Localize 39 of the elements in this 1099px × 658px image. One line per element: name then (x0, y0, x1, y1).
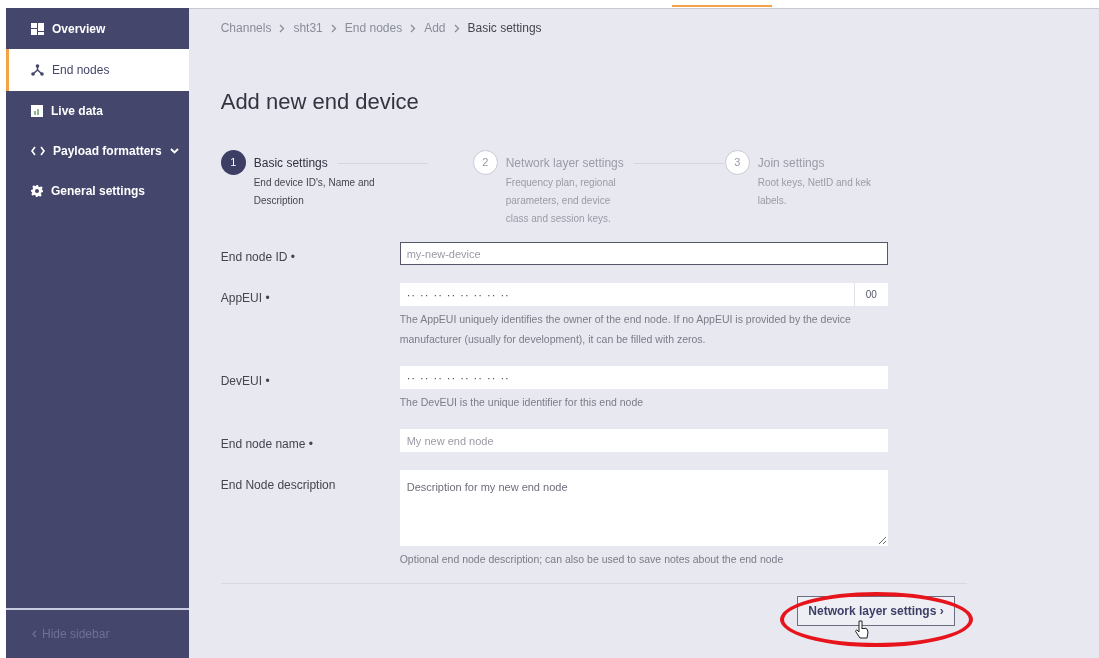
step-title: Join settings (757, 155, 825, 172)
settings-icon (31, 185, 43, 197)
step-title: Network layer settings (505, 155, 624, 172)
field-label: End Node description (220, 477, 337, 494)
sidebar-item[interactable]: General settings (6, 171, 189, 211)
sidebar-item[interactable]: Live data (6, 91, 189, 131)
help-text: The AppEUI uniquely identifies the owner of the end node. If no AppEUI is provided by the device manufacturer (usually for development), it can be filled with zeros. (399, 312, 852, 347)
chevron-right-icon (410, 23, 417, 33)
breadcrumb-link[interactable]: Basic settings (467, 19, 542, 37)
help-text: Optional end node description; can also be used to save notes about the end node (399, 552, 785, 567)
help-text: The DevEUI is the unique identifier for this end node (399, 395, 645, 410)
nodes-icon (31, 64, 44, 76)
next-button[interactable]: Network layer settings › (797, 596, 955, 626)
step-description: End device ID's, Name and Description (253, 176, 376, 208)
chevron-left-icon (32, 630, 37, 638)
field-label: End node ID • (220, 249, 296, 266)
step-number: 2 (472, 150, 498, 175)
sidebar-item[interactable]: Overview (6, 9, 189, 49)
description-field[interactable]: Description for my new end node (399, 470, 888, 546)
step-number: 3 (724, 150, 750, 175)
input-field[interactable]: my-new-device (399, 242, 888, 265)
chevron-right-icon (330, 23, 337, 33)
zeros-button[interactable]: 00 (853, 283, 888, 306)
code-icon (31, 146, 45, 156)
chevron-right-icon (279, 23, 286, 33)
step-number: 1 (220, 150, 246, 175)
sidebar-item[interactable]: Payload formatters (6, 131, 189, 171)
step-description: Frequency plan, regional parameters, end device class and session keys. (505, 176, 617, 226)
page-title: Add new end device (220, 88, 420, 116)
chart-icon (31, 105, 43, 117)
step-description: Root keys, NetID and kek labels. (757, 176, 873, 208)
chevron-right-icon (453, 23, 460, 33)
field-label: End node name • (220, 436, 314, 453)
cursor-icon (854, 620, 869, 640)
field-label: AppEUI • (220, 290, 271, 307)
dashboard-icon (31, 23, 44, 35)
step-title: Basic settings (253, 155, 328, 172)
sidebar-item[interactable]: End nodes (6, 49, 189, 91)
field-label: DevEUI • (220, 373, 271, 390)
